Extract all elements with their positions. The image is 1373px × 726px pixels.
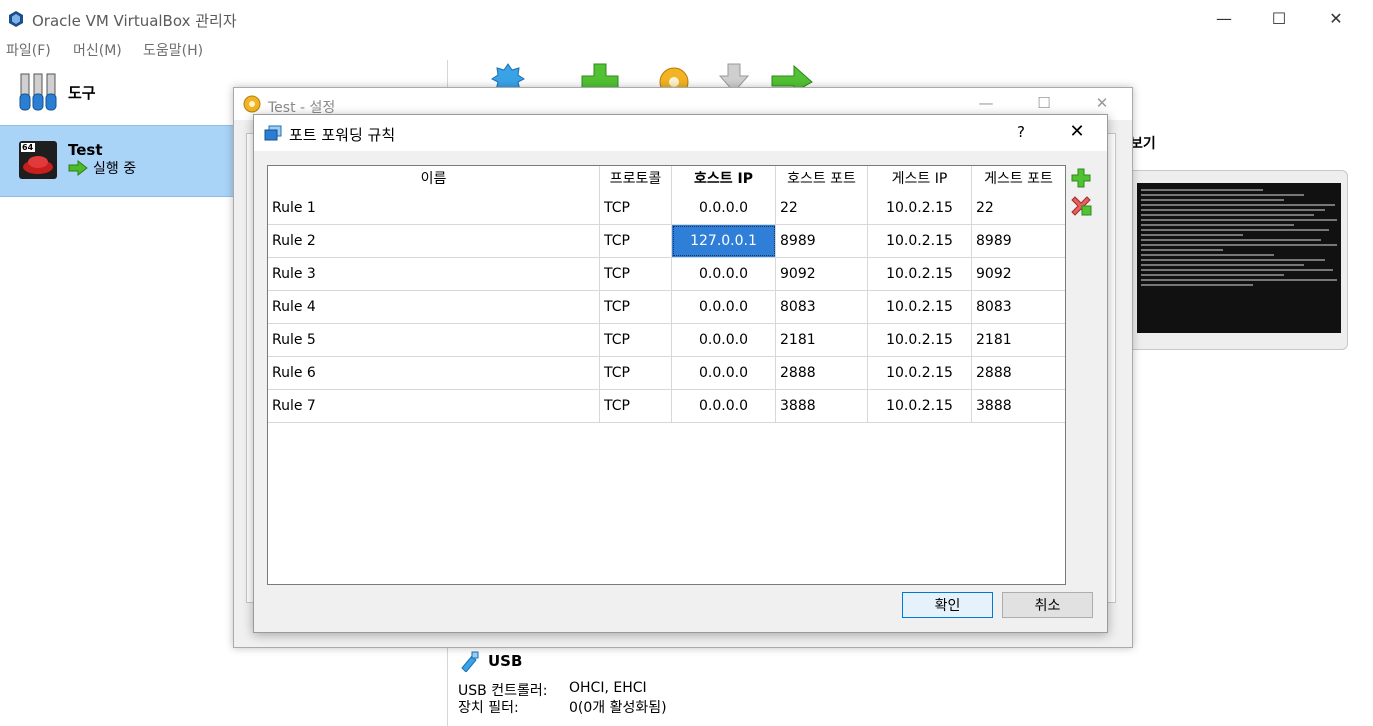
col-name[interactable]: 이름 [268,166,600,192]
cell-guest-port[interactable]: 9092 [972,258,1065,290]
cell-host-ip[interactable]: 0.0.0.0 [672,324,776,356]
cell-name[interactable]: Rule 2 [268,225,600,257]
cell-guest-port[interactable]: 2888 [972,357,1065,389]
col-guest-port[interactable]: 게스트 포트 [972,166,1065,192]
cell-host-ip[interactable]: 0.0.0.0 [672,291,776,323]
network-window-icon [264,125,282,141]
cell-host-port[interactable]: 2888 [776,357,868,389]
table-row[interactable]: Rule 5 TCP 0.0.0.0 2181 10.0.2.15 2181 [268,324,1065,357]
cell-name[interactable]: Rule 3 [268,258,600,290]
usb-controller-value: OHCI, EHCI [569,680,647,696]
virtualbox-app-icon [9,11,23,27]
cell-host-ip[interactable]: 0.0.0.0 [672,258,776,290]
cell-protocol[interactable]: TCP [600,357,672,389]
cell-host-port[interactable]: 22 [776,192,868,224]
cell-host-port[interactable]: 8989 [776,225,868,257]
cell-host-ip[interactable]: 0.0.0.0 [672,192,776,224]
running-arrow-icon [68,160,88,176]
cell-protocol[interactable]: TCP [600,192,672,224]
table-row[interactable]: Rule 2 TCP 127.0.0.1 8989 10.0.2.15 8989 [268,225,1065,258]
pf-title: 포트 포워딩 규칙 [289,126,396,144]
cell-host-ip[interactable]: 127.0.0.1 [672,225,776,257]
col-guest-ip[interactable]: 게스트 IP [868,166,972,192]
usb-icon [461,651,479,672]
minimize-button[interactable]: — [1193,0,1255,38]
cell-guest-ip[interactable]: 10.0.2.15 [868,390,972,422]
menu-help[interactable]: 도움말(H) [143,40,203,60]
cell-protocol[interactable]: TCP [600,390,672,422]
cell-name[interactable]: Rule 4 [268,291,600,323]
cell-host-port[interactable]: 3888 [776,390,868,422]
cell-host-port[interactable]: 8083 [776,291,868,323]
col-host-ip[interactable]: 호스트 IP [672,166,776,192]
cell-host-ip[interactable]: 0.0.0.0 [672,390,776,422]
ok-button[interactable]: 확인 [902,592,993,618]
cancel-button[interactable]: 취소 [1002,592,1093,618]
cell-protocol[interactable]: TCP [600,324,672,356]
pf-close-button[interactable]: ✕ [1062,121,1092,142]
cell-name[interactable]: Rule 6 [268,357,600,389]
cell-protocol[interactable]: TCP [600,291,672,323]
settings-gear-icon [243,95,261,113]
cell-guest-ip[interactable]: 10.0.2.15 [868,291,972,323]
cell-guest-ip[interactable]: 10.0.2.15 [868,225,972,257]
main-window-title: Oracle VM VirtualBox 관리자 [32,12,237,30]
table-row[interactable]: Rule 4 TCP 0.0.0.0 8083 10.0.2.15 8083 [268,291,1065,324]
vm-name: Test [68,141,103,159]
cell-guest-ip[interactable]: 10.0.2.15 [868,324,972,356]
vm-preview-screen [1137,183,1341,333]
pf-titlebar: 포트 포워딩 규칙 ? ✕ [254,115,1107,151]
usb-filter-label: 장치 필터: [458,700,519,716]
help-button[interactable]: ? [1009,123,1033,141]
rules-table: 이름 프로토콜 호스트 IP 호스트 포트 게스트 IP 게스트 포트 Rule… [267,165,1066,585]
cell-guest-port[interactable]: 22 [972,192,1065,224]
table-row[interactable]: Rule 3 TCP 0.0.0.0 9092 10.0.2.15 9092 [268,258,1065,291]
settings-close-button[interactable]: ✕ [1082,94,1122,112]
cell-guest-ip[interactable]: 10.0.2.15 [868,258,972,290]
cell-name[interactable]: Rule 1 [268,192,600,224]
table-row[interactable]: Rule 6 TCP 0.0.0.0 2888 10.0.2.15 2888 [268,357,1065,390]
cell-guest-ip[interactable]: 10.0.2.15 [868,357,972,389]
vm-state: 실행 중 [93,161,137,177]
cell-host-ip[interactable]: 0.0.0.0 [672,357,776,389]
cell-protocol[interactable]: TCP [600,225,672,257]
menubar: 파일(F) 머신(M) 도움말(H) [0,38,1373,60]
cell-name[interactable]: Rule 7 [268,390,600,422]
cell-protocol[interactable]: TCP [600,258,672,290]
cell-name[interactable]: Rule 5 [268,324,600,356]
remove-rule-icon[interactable] [1070,194,1092,216]
cell-guest-port[interactable]: 8083 [972,291,1065,323]
maximize-button[interactable]: ☐ [1248,0,1310,38]
table-row[interactable]: Rule 7 TCP 0.0.0.0 3888 10.0.2.15 3888 [268,390,1065,423]
cell-guest-port[interactable]: 3888 [972,390,1065,422]
port-forwarding-dialog: 포트 포워딩 규칙 ? ✕ 이름 프로토콜 호스트 IP 호스트 포트 게스트 … [253,114,1108,633]
menu-file[interactable]: 파일(F) [6,40,51,60]
cell-guest-port[interactable]: 8989 [972,225,1065,257]
col-host-port[interactable]: 호스트 포트 [776,166,868,192]
usb-filter-value: 0(0개 활성화됨) [569,700,667,716]
main-titlebar: Oracle VM VirtualBox 관리자 — ☐ ✕ [0,0,1373,38]
settings-maximize-button[interactable]: ☐ [1024,94,1064,112]
cell-host-port[interactable]: 2181 [776,324,868,356]
usb-title: USB [488,652,523,670]
cell-guest-port[interactable]: 2181 [972,324,1065,356]
cell-host-port[interactable]: 9092 [776,258,868,290]
col-protocol[interactable]: 프로토콜 [600,166,672,192]
close-button[interactable]: ✕ [1305,0,1367,38]
settings-minimize-button[interactable]: — [966,94,1006,112]
rules-table-header: 이름 프로토콜 호스트 IP 호스트 포트 게스트 IP 게스트 포트 [268,166,1065,192]
tools-label: 도구 [68,84,96,102]
vm-preview [1128,170,1348,350]
preview-label: 보기 [1130,136,1156,152]
table-row[interactable]: Rule 1 TCP 0.0.0.0 22 10.0.2.15 22 [268,192,1065,225]
menu-machine[interactable]: 머신(M) [73,40,122,60]
cell-guest-ip[interactable]: 10.0.2.15 [868,192,972,224]
add-rule-icon[interactable] [1070,167,1092,189]
tools-icon [19,73,57,111]
vm-os-badge: 64 [22,143,34,152]
